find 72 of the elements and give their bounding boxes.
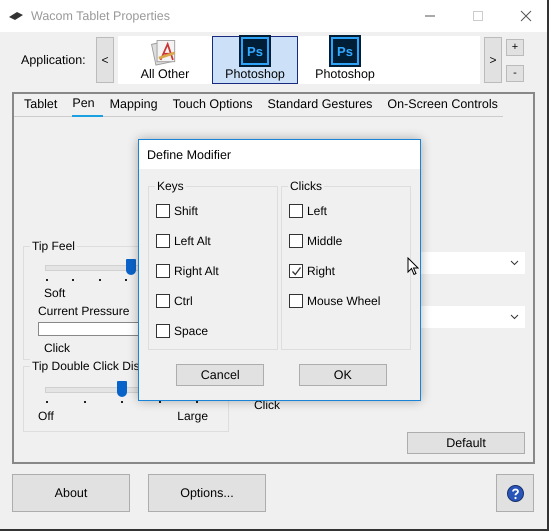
remove-button[interactable]: - bbox=[506, 64, 524, 82]
application-name: All Other bbox=[140, 67, 190, 81]
tab[interactable]: On-Screen Controls bbox=[387, 94, 506, 116]
dialog-title: Define Modifier bbox=[147, 148, 232, 162]
previous-button[interactable]: < bbox=[96, 37, 114, 83]
tick-mark bbox=[196, 401, 198, 403]
tick-mark bbox=[121, 401, 123, 403]
tab[interactable]: Tablet bbox=[24, 94, 66, 116]
tick-mark bbox=[98, 279, 101, 281]
window-title: Wacom Tablet Properties bbox=[31, 9, 170, 23]
add-button[interactable]: + bbox=[506, 38, 524, 56]
checkbox[interactable] bbox=[156, 204, 170, 218]
slider-thumb[interactable] bbox=[126, 259, 136, 275]
tab[interactable]: Touch Options bbox=[172, 94, 260, 116]
tab[interactable]: Standard Gestures bbox=[267, 94, 380, 116]
application-item[interactable]: All Other bbox=[122, 36, 208, 84]
tick-mark bbox=[46, 279, 48, 281]
slider-thumb[interactable] bbox=[117, 381, 127, 397]
chevron-down-icon bbox=[510, 260, 519, 266]
tick-mark bbox=[84, 401, 86, 403]
close-icon[interactable] bbox=[520, 10, 532, 22]
help-button[interactable] bbox=[496, 474, 534, 512]
maximize-icon bbox=[472, 10, 484, 22]
group-title: Clicks bbox=[288, 179, 324, 193]
tab[interactable]: Mapping bbox=[110, 94, 166, 116]
checkbox[interactable] bbox=[289, 294, 303, 308]
photoshop-icon: Ps bbox=[331, 37, 359, 65]
checkbox-label: Right bbox=[307, 264, 336, 278]
options-button[interactable]: Options... bbox=[148, 474, 266, 512]
click-label: Click bbox=[254, 398, 280, 412]
checkbox-label: Mouse Wheel bbox=[307, 294, 380, 308]
checkbox-label: Shift bbox=[174, 204, 198, 218]
application-item[interactable]: Ps Photoshop bbox=[302, 36, 388, 84]
slider-min-label: Soft bbox=[44, 286, 66, 300]
next-button[interactable]: > bbox=[484, 37, 502, 83]
dialog-button[interactable]: OK bbox=[298, 364, 387, 386]
checkbox-label: Right Alt bbox=[174, 264, 219, 278]
tick-mark bbox=[124, 279, 127, 281]
checkbox-label: Middle bbox=[307, 234, 342, 248]
checkbox-label: Ctrl bbox=[174, 294, 193, 308]
checkbox[interactable] bbox=[156, 324, 170, 338]
slider-max-label: Large bbox=[177, 409, 208, 423]
checkbox[interactable] bbox=[289, 234, 303, 248]
chevron-down-icon bbox=[510, 314, 519, 320]
tick-mark bbox=[158, 401, 160, 403]
checkbox-label: Space bbox=[174, 324, 208, 338]
application-name: Photoshop bbox=[315, 67, 375, 81]
checkbox[interactable] bbox=[289, 204, 303, 218]
checkbox-label: Left Alt bbox=[174, 234, 211, 248]
checkbox[interactable] bbox=[289, 264, 303, 278]
click-label: Click bbox=[44, 341, 71, 355]
application-item[interactable]: Ps Photoshop bbox=[212, 36, 298, 84]
application-name: Photoshop bbox=[225, 67, 285, 81]
application-label: Application: bbox=[21, 53, 87, 67]
checkbox[interactable] bbox=[156, 264, 170, 278]
pressure-label: Current Pressure bbox=[38, 304, 130, 318]
checkbox[interactable] bbox=[156, 294, 170, 308]
slider-min-label: Off bbox=[38, 409, 54, 423]
default-button[interactable]: Default bbox=[407, 432, 525, 454]
tablet-icon bbox=[8, 11, 24, 21]
tab[interactable]: Pen bbox=[72, 93, 103, 117]
help-icon bbox=[506, 484, 524, 502]
tick-mark bbox=[46, 401, 48, 403]
about-button[interactable]: About bbox=[12, 474, 130, 512]
checkbox-label: Left bbox=[307, 204, 328, 218]
checkbox[interactable] bbox=[156, 234, 170, 248]
photoshop-icon: Ps bbox=[241, 37, 269, 65]
group-title: Keys bbox=[155, 179, 186, 193]
group-title: Tip Feel bbox=[30, 239, 77, 253]
mouse-pointer-icon bbox=[407, 257, 419, 276]
dialog-button[interactable]: Cancel bbox=[176, 364, 264, 386]
tick-mark bbox=[72, 279, 74, 281]
